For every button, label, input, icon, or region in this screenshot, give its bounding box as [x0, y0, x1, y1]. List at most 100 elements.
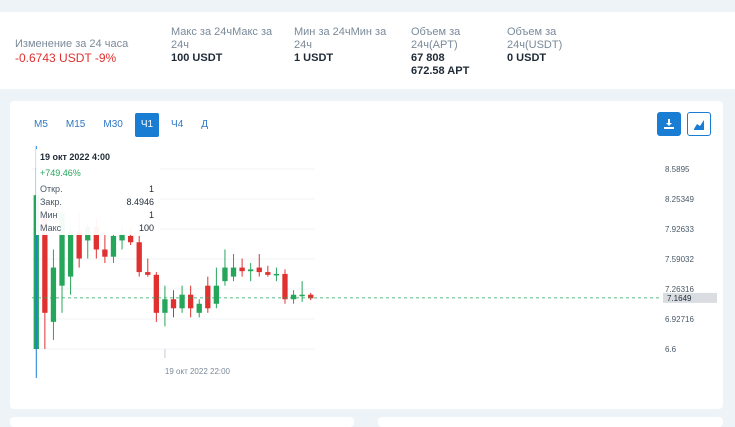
candle-body [170, 299, 177, 309]
candle-body [145, 272, 151, 275]
min-label-line2: 24ч [294, 39, 312, 51]
tooltip-change: +749.46% [40, 168, 81, 178]
chart-panel: M5 M15 M30 Ч1 Ч4 Д 8.5895 8.25349 7.92633 7… [10, 101, 723, 409]
candle-body [248, 269, 254, 272]
x-tick-label: 19 окт 2022 22:00 [165, 367, 231, 376]
tab-h4[interactable]: Ч4 [165, 113, 189, 137]
max-label-line2: 24ч [171, 39, 189, 51]
candle [273, 267, 280, 282]
min-stat: Мин за 24чМин за 24ч 1 USDT [294, 26, 386, 65]
candle-body [67, 231, 74, 277]
tab-d[interactable]: Д [195, 113, 214, 137]
max-stat: Макс за 24чМакс за 24ч 100 USDT [171, 26, 272, 65]
candle-body [76, 231, 82, 259]
candle [248, 263, 254, 282]
candle [239, 258, 245, 277]
candle [205, 276, 211, 313]
candle-body [256, 267, 262, 273]
candle [196, 299, 202, 318]
y-tick-label: 6.92716 [665, 315, 694, 324]
candle-tooltip: 19 окт 2022 4:00 +749.46% Откр. 1 Закр. … [36, 149, 160, 235]
max-label-line1: Макс за 24чМакс за [171, 26, 273, 38]
candle-body [179, 294, 185, 309]
candle [179, 285, 185, 313]
tooltip-low-value: 1 [149, 210, 154, 220]
candle [290, 290, 297, 304]
change-stat: Изменение за 24 часа -0.6743 USDT -9% [15, 38, 128, 66]
change-value: -0.6743 USDT -9% [15, 51, 117, 65]
y-tick-label: 7.26316 [665, 285, 694, 294]
candle-body [239, 267, 245, 272]
tooltip-close-value: 8.4946 [126, 197, 154, 207]
candle-body [205, 285, 211, 309]
min-label-line1: Мин за 24чМин за [294, 26, 387, 38]
candle [145, 258, 151, 277]
bottom-panel-right [378, 417, 723, 427]
candle-body [136, 242, 142, 273]
min-value: 1 USDT [294, 52, 334, 64]
candle [187, 285, 194, 318]
volume-usdt-label-line1: Объем за [507, 26, 557, 38]
price-axis: 8.5895 8.25349 7.92633 7.59032 7.26316 6.9271… [665, 165, 694, 354]
candle-body [153, 274, 160, 313]
candle [256, 254, 262, 277]
volume-usdt-label-line2: 24ч(USDT) [507, 39, 563, 51]
tooltip-low-label: Мин [40, 210, 58, 220]
candle-body [222, 267, 228, 282]
tooltip-high-label: Макс [40, 223, 62, 233]
tab-m15[interactable]: M15 [60, 113, 91, 137]
y-tick-label: 8.25349 [665, 195, 694, 204]
candle-body [187, 294, 194, 309]
timeframe-tabs: M5 M15 M30 Ч1 Ч4 Д [28, 113, 220, 137]
volume-apt-value-line2: 672.58 APT [411, 65, 470, 77]
candle [265, 265, 271, 277]
download-button[interactable] [657, 112, 681, 136]
candle-body [299, 294, 305, 297]
tooltip-close-label: Закр. [40, 197, 62, 207]
tab-m30[interactable]: M30 [97, 113, 128, 137]
tab-m5[interactable]: M5 [28, 113, 54, 137]
candle-body [282, 273, 288, 300]
candle-body [196, 303, 202, 313]
candle-body [290, 294, 297, 300]
volume-usdt-stat: Объем за 24ч(USDT) 0 USDT [507, 26, 562, 65]
candle-body [102, 249, 108, 257]
candle [153, 272, 160, 322]
candle-body [273, 273, 280, 276]
candle-body [230, 267, 237, 277]
candle [230, 254, 237, 282]
candle [308, 292, 314, 301]
area-chart-button[interactable] [687, 112, 711, 136]
tooltip-date: 19 окт 2022 4:00 [40, 152, 110, 162]
candle-body [50, 267, 57, 322]
volume-apt-label-line2: 24ч(APT) [411, 39, 458, 51]
y-tick-label: 6.6 [665, 345, 677, 354]
area-chart-icon [694, 120, 704, 130]
candle [170, 290, 177, 318]
tooltip-open-label: Откр. [40, 184, 63, 194]
tooltip-high-value: 100 [139, 223, 154, 233]
last-price-label: 7.1649 [667, 294, 692, 303]
candle [222, 249, 228, 286]
candle-body [265, 272, 271, 275]
tab-h1[interactable]: Ч1 [134, 113, 160, 137]
candle [162, 285, 168, 327]
candle [102, 231, 108, 264]
candle-body [162, 299, 168, 313]
candle-body [127, 235, 134, 243]
volume-apt-label-line1: Объем за [411, 26, 461, 38]
candle [213, 267, 220, 309]
change-label: Изменение за 24 часа [15, 38, 129, 50]
download-icon [664, 119, 674, 129]
y-tick-label: 7.92633 [665, 225, 694, 234]
stats-panel: Изменение за 24 часа -0.6743 USDT -9% Ма… [0, 12, 735, 89]
volume-usdt-value: 0 USDT [507, 52, 547, 64]
y-tick-label: 7.59032 [665, 255, 694, 264]
y-tick-label: 8.5895 [665, 165, 690, 174]
max-value: 100 USDT [171, 52, 223, 64]
candle [110, 231, 117, 264]
candle [50, 249, 57, 340]
candle-body [110, 235, 117, 257]
candlestick-chart[interactable]: 8.5895 8.25349 7.92633 7.59032 7.26316 6.9271… [10, 141, 723, 391]
candle [299, 281, 305, 302]
